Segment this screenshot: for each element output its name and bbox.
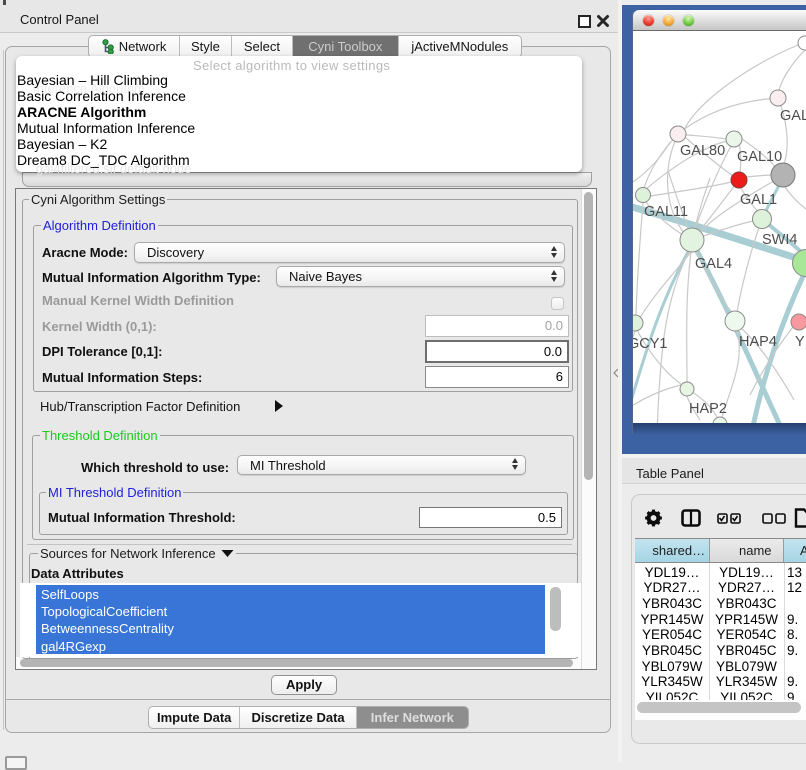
svg-text:GAL80: GAL80 [680,143,725,159]
svg-text:HAP4: HAP4 [739,334,777,350]
svg-text:GAL11: GAL11 [644,204,688,220]
svg-text:HAP2: HAP2 [689,401,727,417]
svg-text:GAL2: GAL2 [780,108,806,124]
svg-text:GAL4: GAL4 [695,256,732,272]
svg-text:GAL10: GAL10 [737,149,782,165]
svg-text:GCY1: GCY1 [633,336,668,352]
svg-text:Y: Y [795,334,805,350]
svg-text:GAL1: GAL1 [740,192,777,208]
svg-text:SWI4: SWI4 [762,232,797,248]
